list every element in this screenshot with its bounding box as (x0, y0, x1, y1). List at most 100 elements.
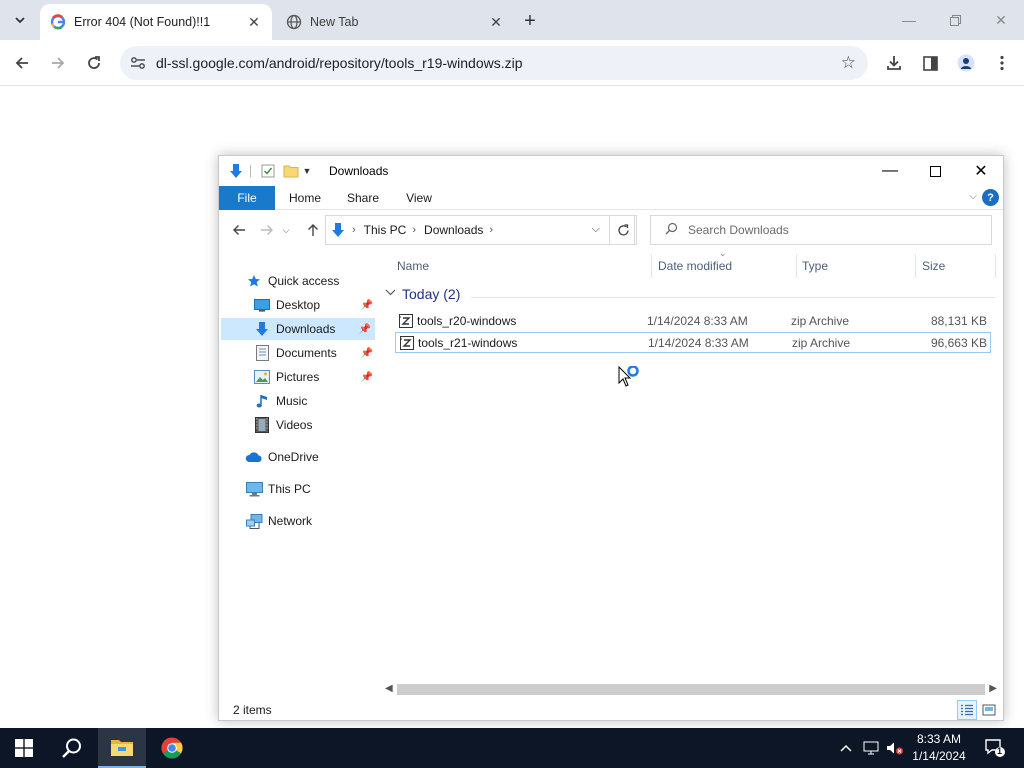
network-tray-icon[interactable] (860, 728, 882, 768)
search-icon[interactable] (48, 728, 96, 768)
forward-arrow-icon[interactable] (44, 49, 72, 77)
start-windows-icon[interactable] (0, 728, 48, 768)
pin-icon[interactable]: 📌 (361, 348, 373, 359)
nav-item-network[interactable]: Network (245, 510, 375, 532)
scroll-left-icon[interactable]: ◀ (385, 683, 393, 694)
nav-item-label: Network (268, 514, 313, 528)
bookmark-star-icon[interactable]: ☆ (841, 53, 856, 73)
tab-new-tab[interactable]: New Tab ✕ (276, 4, 514, 40)
restore-icon[interactable] (940, 8, 970, 32)
clock-time: 8:33 AM (916, 732, 962, 746)
details-view-icon[interactable] (957, 700, 977, 720)
breadcrumb-downloads[interactable]: Downloads (424, 223, 483, 237)
refresh-icon[interactable] (609, 215, 637, 245)
minimize-icon[interactable]: — (894, 8, 924, 32)
nav-item-documents[interactable]: Documents 📌 (253, 342, 377, 364)
file-list-pane[interactable]: Name ⌄ Date modified Type Size Today (2)… (385, 248, 999, 684)
back-arrow-icon[interactable] (227, 218, 251, 242)
group-divider (471, 297, 995, 298)
forward-arrow-icon[interactable] (255, 218, 279, 242)
file-explorer-window[interactable]: ▼ Downloads — ✕ File Home Share View ⌵ ?… (218, 155, 1004, 721)
recent-locations-icon[interactable]: ⌵ (279, 218, 293, 242)
group-header-today[interactable]: Today (2) (385, 286, 460, 302)
help-icon[interactable]: ? (982, 189, 999, 206)
expand-ribbon-icon[interactable]: ⌵ (969, 191, 977, 202)
taskbar-clock[interactable]: 8:33 AM 1/14/2024 (906, 731, 972, 765)
document-icon (253, 345, 271, 361)
file-row-tools-r20[interactable]: tools_r20-windows 1/14/2024 8:33 AM zip … (395, 311, 991, 332)
show-hidden-icons-chevron-icon[interactable] (836, 728, 856, 768)
address-bar[interactable]: dl-ssl.google.com/android/repository/too… (120, 46, 868, 80)
column-divider[interactable] (651, 254, 652, 278)
column-header-size[interactable]: Size (922, 254, 945, 278)
nav-item-desktop[interactable]: Desktop 📌 (253, 294, 377, 316)
notification-center-icon[interactable]: 1 (980, 728, 1010, 768)
site-settings-icon[interactable] (120, 56, 156, 70)
search-downloads-field[interactable] (650, 215, 992, 245)
nav-item-label: OneDrive (268, 450, 319, 464)
horizontal-scrollbar[interactable]: ◀ ▶ (381, 681, 1001, 698)
google-g-icon (50, 14, 66, 30)
minimize-icon[interactable]: — (867, 156, 913, 186)
download-arrow-icon (227, 162, 245, 180)
browser-toolbar: dl-ssl.google.com/android/repository/too… (0, 40, 1024, 86)
scroll-right-icon[interactable]: ▶ (989, 683, 997, 694)
nav-item-music[interactable]: Music (253, 390, 377, 412)
ribbon-tab-view[interactable]: View (399, 186, 439, 210)
nav-item-quick-access[interactable]: Quick access (245, 270, 375, 292)
side-panel-icon[interactable] (916, 49, 944, 77)
nav-item-onedrive[interactable]: OneDrive (245, 446, 375, 468)
close-window-icon[interactable]: ✕ (958, 156, 1004, 186)
file-row-tools-r21[interactable]: tools_r21-windows 1/14/2024 8:33 AM zip … (395, 332, 991, 353)
nav-item-label: This PC (268, 482, 311, 496)
pin-icon[interactable]: 📌 (361, 372, 373, 383)
breadcrumb-this-pc[interactable]: This PC (364, 223, 407, 237)
download-arrow-icon (253, 321, 271, 337)
kebab-menu-icon[interactable] (988, 49, 1016, 77)
large-icons-view-icon[interactable] (979, 700, 999, 720)
new-tab-plus-icon[interactable]: + (518, 9, 542, 33)
browser-tab-strip: Error 404 (Not Found)!!1 ✕ New Tab ✕ + —… (0, 0, 1024, 40)
nav-item-videos[interactable]: Videos (253, 414, 377, 436)
zip-archive-icon (400, 336, 414, 350)
up-arrow-icon[interactable] (301, 218, 325, 242)
nav-item-downloads[interactable]: Downloads 📌 (221, 318, 375, 340)
search-icon (665, 222, 678, 238)
download-icon[interactable] (880, 49, 908, 77)
nav-item-pictures[interactable]: Pictures 📌 (253, 366, 377, 388)
column-divider[interactable] (995, 254, 996, 278)
volume-muted-icon[interactable] (884, 728, 906, 768)
ribbon-tab-share[interactable]: Share (341, 186, 385, 210)
properties-check-icon[interactable] (259, 162, 277, 180)
customize-quick-access-icon[interactable]: ▼ (301, 162, 313, 180)
address-dropdown-icon[interactable]: ⌵ (592, 223, 600, 236)
file-explorer-icon[interactable] (98, 728, 146, 768)
tab-close-icon[interactable]: ✕ (488, 14, 504, 30)
new-folder-icon[interactable] (282, 162, 300, 180)
ribbon-tab-file[interactable]: File (219, 186, 275, 210)
pin-icon[interactable]: 📌 (359, 324, 371, 335)
profile-avatar-icon[interactable] (952, 49, 980, 77)
tab-close-icon[interactable]: ✕ (246, 14, 262, 30)
tab-search-button[interactable] (8, 8, 32, 32)
explorer-address-bar[interactable]: › This PC › Downloads › ⌵ (325, 215, 635, 245)
scrollbar-thumb[interactable] (397, 684, 985, 695)
computer-icon (245, 481, 263, 497)
column-header-type[interactable]: Type (802, 254, 828, 278)
maximize-icon[interactable] (912, 156, 958, 186)
back-arrow-icon[interactable] (8, 49, 36, 77)
explorer-title-bar[interactable]: ▼ Downloads — ✕ (219, 156, 1003, 186)
tab-error-404[interactable]: Error 404 (Not Found)!!1 ✕ (40, 4, 272, 40)
close-window-icon[interactable]: ✕ (986, 8, 1016, 32)
ribbon-tab-home[interactable]: Home (283, 186, 327, 210)
column-header-date-modified[interactable]: Date modified (658, 254, 732, 278)
reload-icon[interactable] (80, 49, 108, 77)
column-divider[interactable] (915, 254, 916, 278)
nav-item-this-pc[interactable]: This PC (245, 478, 375, 500)
chrome-icon[interactable] (148, 728, 196, 768)
search-input[interactable] (688, 223, 968, 237)
column-header-name[interactable]: Name (397, 254, 429, 278)
title-separator (250, 165, 251, 177)
column-divider[interactable] (796, 254, 797, 278)
pin-icon[interactable]: 📌 (361, 300, 373, 311)
